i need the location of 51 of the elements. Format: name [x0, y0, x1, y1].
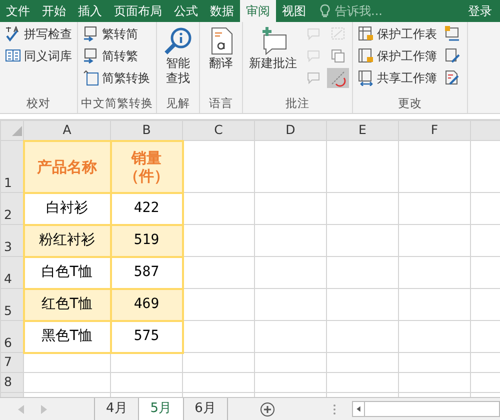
column-header[interactable]: C [182, 120, 254, 141]
table-cell: 519 [110, 224, 182, 257]
group-label: 语言 [208, 95, 234, 112]
group-label: 批注 [284, 95, 310, 112]
search-field[interactable]: 告诉我... [333, 1, 395, 21]
ribbon-tab[interactable]: 插入 [72, 0, 108, 22]
row-header[interactable]: 8 [0, 372, 24, 392]
table-cell: 黑色T恤 [24, 320, 110, 353]
ribbon-button[interactable]: 翻译 [203, 24, 239, 95]
ribbon-button[interactable]: 繁转简 [81, 24, 152, 44]
ribbon-button[interactable]: 智能查找 [160, 24, 196, 95]
ribbon-button[interactable]: 共享工作簿 [356, 68, 439, 88]
ribbon-button[interactable]: 拼写检查 [3, 24, 74, 44]
row-header[interactable]: 2 [0, 192, 24, 225]
ribbon-tab[interactable]: 开始 [36, 0, 72, 22]
row-header[interactable]: 1 [0, 140, 24, 193]
group-label: 见解 [165, 95, 191, 112]
ribbon-button[interactable]: 保护工作簿 [356, 46, 439, 66]
column-header[interactable]: D [254, 120, 326, 141]
sheet-tab[interactable]: 5月 [139, 398, 184, 420]
table-cell: 红色T恤 [24, 288, 110, 321]
ribbon-button[interactable]: 保护工作表 [356, 24, 439, 44]
ribbon-tab[interactable]: 审阅 [240, 0, 276, 22]
group-label: 更改 [397, 95, 423, 112]
row-header[interactable]: 7 [0, 352, 24, 372]
ribbon-button[interactable]: 简繁转换 [81, 68, 152, 88]
ribbon-tab[interactable]: 文件 [0, 0, 36, 22]
column-header[interactable]: B [110, 120, 182, 141]
row-header[interactable]: 6 [0, 320, 24, 353]
group-label: 校对 [26, 95, 52, 112]
ribbon-tab[interactable]: 视图 [276, 0, 312, 22]
column-header[interactable]: E [326, 120, 398, 141]
header-cell: 产品名称 [24, 140, 110, 193]
row-header[interactable]: 5 [0, 288, 24, 321]
column-header[interactable]: F [398, 120, 470, 141]
group-label: 中文简繁转换 [81, 95, 153, 112]
table-cell: 469 [110, 288, 182, 321]
ribbon-tab[interactable]: 公式 [168, 0, 204, 22]
header-cell: 销量（件） [110, 140, 182, 193]
sheet-tab[interactable]: 6月 [184, 398, 228, 420]
column-header[interactable]: A [24, 120, 110, 141]
row-header[interactable]: 4 [0, 256, 24, 289]
sign-in-link[interactable]: 登录 [460, 0, 500, 22]
table-cell: 575 [110, 320, 182, 353]
ribbon-tab[interactable]: 页面布局 [108, 0, 168, 22]
ribbon-button[interactable]: 简转繁 [81, 46, 152, 66]
row-header[interactable]: 3 [0, 224, 24, 257]
ribbon-button[interactable]: 同义词库 [3, 46, 74, 66]
ribbon-tab[interactable]: 数据 [204, 0, 240, 22]
table-cell: 粉红衬衫 [24, 224, 110, 257]
ribbon-button[interactable]: 新建批注 [246, 24, 300, 95]
